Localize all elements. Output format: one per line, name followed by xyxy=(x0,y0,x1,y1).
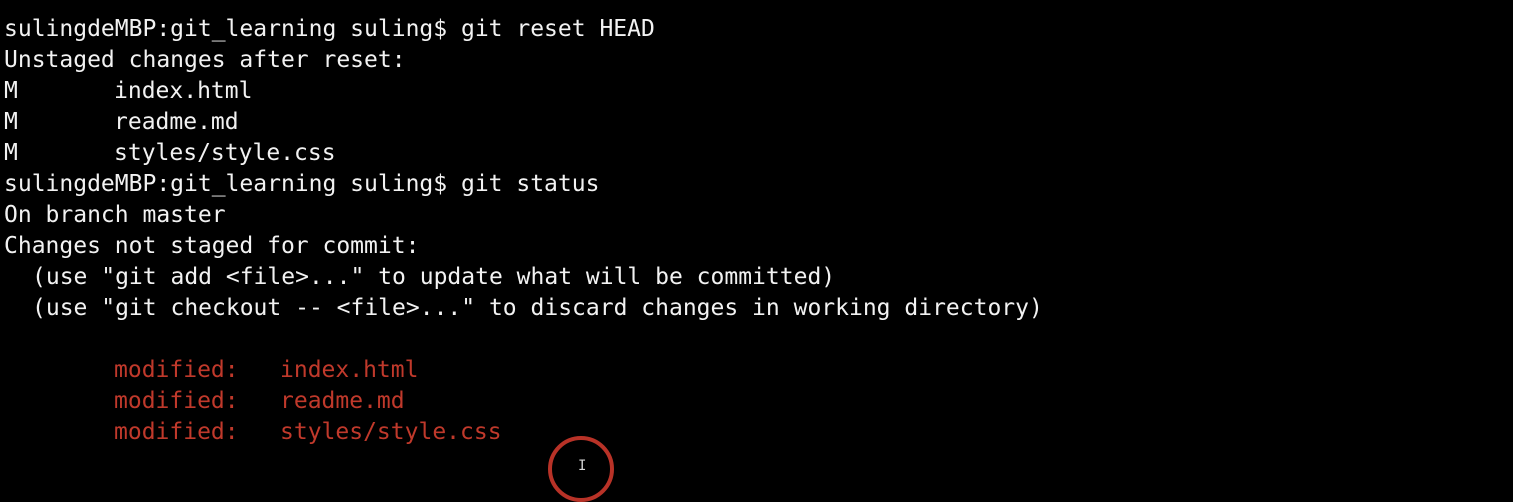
file-status: M xyxy=(4,140,18,166)
modified-file-row: modified: styles/style.css xyxy=(4,417,1513,448)
output-line: Changes not staged for commit: xyxy=(4,233,420,259)
terminal-window[interactable]: sulingdeMBP:git_learning suling$ git res… xyxy=(0,0,1513,473)
file-name: readme.md xyxy=(114,109,239,135)
modified-label: modified: xyxy=(114,357,239,383)
modified-file-name: readme.md xyxy=(280,388,405,414)
file-status: M xyxy=(4,109,18,135)
command-text: git status xyxy=(460,171,600,197)
command-line: sulingdeMBP:git_learning suling$ git sta… xyxy=(4,169,1513,200)
shell-prompt: sulingdeMBP:git_learning suling$ xyxy=(4,16,461,42)
hint-line: (use "git add <file>..." to update what … xyxy=(4,262,1513,293)
file-name: styles/style.css xyxy=(114,140,336,166)
shell-prompt: sulingdeMBP:git_learning suling$ xyxy=(4,171,461,197)
output-line: On branch master xyxy=(4,202,226,228)
modified-file-name: styles/style.css xyxy=(280,419,502,445)
modified-file-name: index.html xyxy=(280,357,419,383)
command-line: sulingdeMBP:git_learning suling$ git res… xyxy=(4,14,1513,45)
modified-file-row: modified: readme.md xyxy=(4,386,1513,417)
modified-file-row: modified: index.html xyxy=(4,355,1513,386)
hint-text: (use "git add <file>..." to update what … xyxy=(32,264,836,290)
hint-text: (use "git checkout -- <file>..." to disc… xyxy=(32,295,1043,321)
ibeam-cursor-icon: I xyxy=(578,458,587,474)
file-name: index.html xyxy=(114,78,253,104)
output-line: Unstaged changes after reset: xyxy=(4,47,406,73)
modified-label: modified: xyxy=(114,388,239,414)
command-text: git reset HEAD xyxy=(460,16,655,42)
modified-label: modified: xyxy=(114,419,239,445)
file-status: M xyxy=(4,78,18,104)
reset-file-row: Mreadme.md xyxy=(4,107,1513,138)
hint-line: (use "git checkout -- <file>..." to disc… xyxy=(4,293,1513,324)
reset-file-row: Mindex.html xyxy=(4,76,1513,107)
reset-file-row: Mstyles/style.css xyxy=(4,138,1513,169)
